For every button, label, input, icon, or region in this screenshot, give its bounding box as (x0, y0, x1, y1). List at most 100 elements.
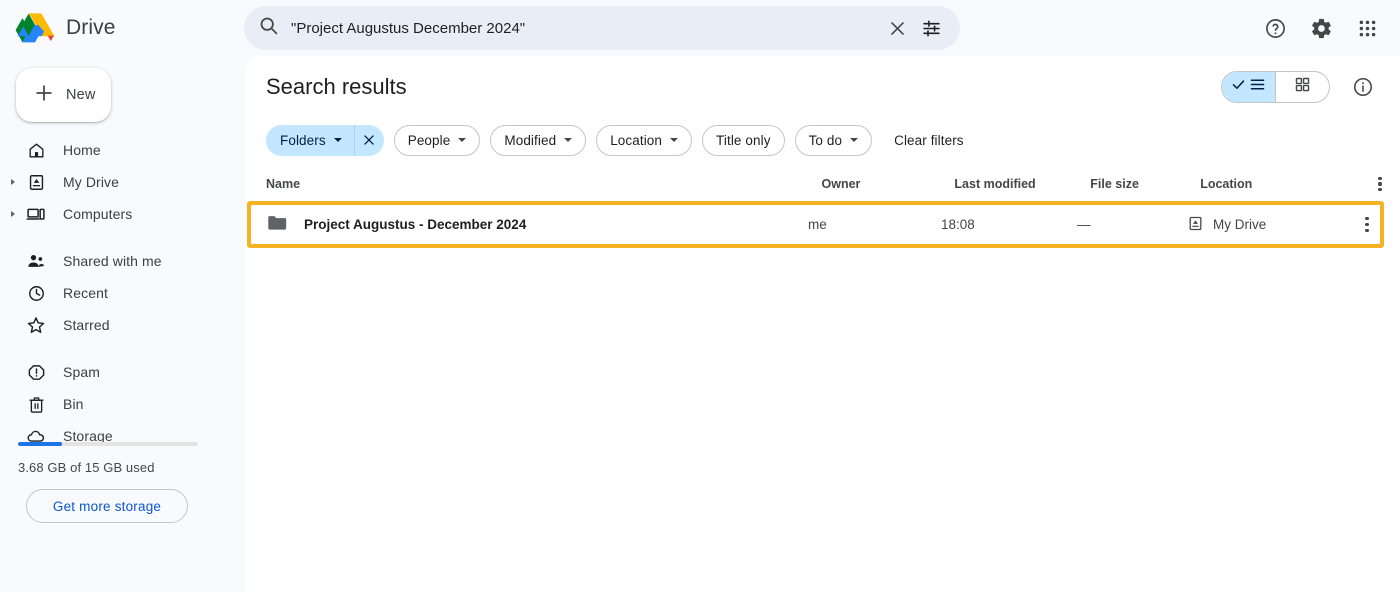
chevron-right-icon[interactable] (11, 179, 15, 185)
brand[interactable]: Drive (0, 0, 245, 56)
sidebar-item-starred[interactable]: Starred (0, 309, 233, 341)
plus-icon (33, 82, 55, 109)
nav-divider-gap (0, 230, 245, 245)
check-icon (1231, 77, 1246, 97)
new-button-label: New (66, 87, 96, 103)
sidebar-item-bin[interactable]: Bin (0, 388, 233, 420)
main-header: Search results (245, 56, 1400, 118)
tune-icon[interactable] (914, 11, 948, 45)
column-header-name[interactable]: Name (266, 177, 822, 191)
kebab-icon (1365, 217, 1369, 232)
sidebar: New Home My Drive Computers Shared with … (0, 56, 245, 592)
grid-icon (1294, 76, 1311, 98)
sidebar-item-label: Starred (63, 317, 110, 333)
sidebar-item-shared-with-me[interactable]: Shared with me (0, 245, 233, 277)
row-location-cell[interactable]: My Drive (1187, 215, 1347, 235)
main-content: Search results Folders People Modified L… (245, 56, 1400, 592)
column-header-file-size[interactable]: File size (1090, 177, 1200, 191)
chevron-right-icon[interactable] (11, 211, 15, 217)
computers-icon (26, 204, 46, 224)
new-button[interactable]: New (16, 68, 111, 122)
drive-logo-icon (14, 9, 56, 47)
table-options-button[interactable] (1360, 176, 1400, 192)
chevron-down-icon (850, 138, 859, 142)
folder-icon (266, 212, 288, 237)
home-icon (26, 140, 46, 160)
column-header-owner[interactable]: Owner (822, 177, 955, 191)
column-header-last-modified[interactable]: Last modified (954, 177, 1090, 191)
app-name: Drive (66, 16, 116, 39)
list-view-button[interactable] (1222, 72, 1275, 102)
clear-search-button[interactable] (880, 11, 914, 45)
storage-progress-bar (18, 442, 198, 446)
row-file-size-cell: — (1077, 217, 1091, 232)
filter-chip-label: To do (808, 132, 843, 148)
get-more-storage-button[interactable]: Get more storage (26, 489, 188, 523)
top-bar: Drive (0, 0, 1400, 56)
sidebar-item-spam[interactable]: Spam (0, 356, 233, 388)
filter-chip-to-do[interactable]: To do (794, 124, 873, 156)
filter-chip-label: Folders (280, 132, 326, 148)
row-owner-cell: me (808, 217, 827, 232)
filter-chips: Folders People Modified Location Title o… (245, 118, 1400, 162)
row-last-modified-cell: 18:08 (941, 217, 975, 232)
filter-chip-label: People (407, 132, 451, 148)
search-box[interactable] (244, 6, 960, 50)
search-icon (258, 15, 279, 41)
chevron-down-icon (458, 138, 467, 142)
sidebar-item-label: Home (63, 142, 101, 158)
sidebar-item-computers[interactable]: Computers (0, 198, 233, 230)
sidebar-item-label: My Drive (63, 174, 120, 190)
grid-view-button[interactable] (1276, 72, 1329, 102)
sidebar-item-label: Bin (63, 396, 84, 412)
info-icon[interactable] (1344, 68, 1382, 106)
trash-icon (26, 394, 46, 414)
table-row-content: Project Augustus - December 2024 me 18:0… (251, 205, 1387, 244)
star-icon (26, 315, 46, 335)
clock-icon (26, 283, 46, 303)
gear-icon[interactable] (1302, 9, 1340, 47)
spam-icon (26, 362, 46, 382)
help-icon[interactable] (1256, 9, 1294, 47)
results-table: Name Owner Last modified File size Locat… (245, 169, 1400, 248)
view-toggle (1221, 71, 1330, 103)
page-title: Search results (266, 74, 407, 99)
sidebar-item-label: Computers (63, 206, 133, 222)
chevron-down-icon (564, 138, 573, 142)
my-drive-icon (26, 172, 46, 192)
filter-chip-title-only[interactable]: Title only (702, 124, 785, 156)
filter-chip-people[interactable]: People (393, 124, 481, 156)
people-icon (26, 251, 46, 271)
storage-usage-text: 3.68 GB of 15 GB used (18, 460, 155, 475)
sidebar-item-my-drive[interactable]: My Drive (0, 166, 233, 198)
table-row[interactable]: Project Augustus - December 2024 me 18:0… (247, 201, 1384, 248)
clear-filters-button[interactable]: Clear filters (894, 133, 964, 148)
nav-divider-gap (0, 341, 245, 356)
sidebar-nav: Home My Drive Computers Shared with me R… (0, 134, 245, 452)
sidebar-item-home[interactable]: Home (0, 134, 233, 166)
filter-chip-folders[interactable]: Folders (266, 124, 354, 156)
row-location-text: My Drive (1213, 217, 1267, 232)
list-icon (1249, 76, 1266, 98)
top-actions (1256, 0, 1386, 56)
table-header: Name Owner Last modified File size Locat… (245, 169, 1400, 199)
chevron-down-icon (670, 138, 679, 142)
filter-chip-label: Title only (716, 132, 771, 148)
column-header-location[interactable]: Location (1200, 177, 1360, 191)
filter-chip-location[interactable]: Location (596, 124, 693, 156)
filter-chip-label: Location (610, 132, 663, 148)
sidebar-item-label: Spam (63, 364, 100, 380)
row-options-button[interactable] (1347, 217, 1387, 232)
storage-section: 3.68 GB of 15 GB used Get more storage (0, 442, 245, 523)
search-input[interactable] (287, 19, 880, 37)
sidebar-item-label: Shared with me (63, 253, 162, 269)
search-bar (244, 6, 960, 50)
row-name-cell: Project Augustus - December 2024 (266, 212, 808, 237)
sidebar-item-recent[interactable]: Recent (0, 277, 233, 309)
my-drive-icon (1187, 215, 1204, 235)
remove-folders-filter-button[interactable] (353, 124, 384, 156)
row-name-text: Project Augustus - December 2024 (304, 217, 527, 232)
storage-progress-fill (18, 442, 63, 446)
apps-grid-icon[interactable] (1348, 9, 1386, 47)
filter-chip-modified[interactable]: Modified (490, 124, 587, 156)
